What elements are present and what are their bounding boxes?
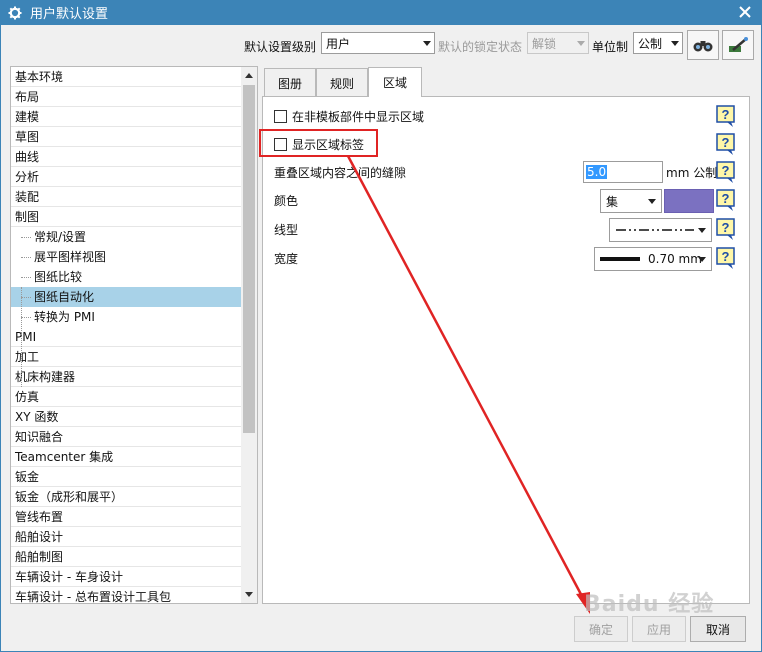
svg-text:?: ? xyxy=(722,191,730,206)
svg-text:?: ? xyxy=(722,220,730,235)
lock-dropdown[interactable]: 解锁 xyxy=(527,32,589,54)
tree-item[interactable]: 曲线 xyxy=(11,147,242,167)
level-dropdown[interactable]: 用户 xyxy=(321,32,435,54)
tree-item[interactable]: 转换为 PMI xyxy=(11,307,242,327)
dash-dot-line-icon xyxy=(616,229,694,231)
show-region-label: 在非模板部件中显示区域 xyxy=(292,110,425,124)
tree-scrollbar[interactable] xyxy=(241,67,257,603)
color-mode-value: 集 xyxy=(606,194,619,209)
help-icon[interactable]: ? xyxy=(716,189,736,211)
tab-rules[interactable]: 规则 xyxy=(316,68,368,97)
scroll-thumb[interactable] xyxy=(243,85,255,433)
width-value: 0.70 mm xyxy=(648,252,702,266)
apply-label: 应用 xyxy=(646,622,671,637)
show-region-checkbox[interactable] xyxy=(274,110,287,123)
tab-label: 图册 xyxy=(277,76,302,91)
tree-item[interactable]: 船舶制图 xyxy=(11,547,242,567)
tree-item[interactable]: 管线布置 xyxy=(11,507,242,527)
tab-region[interactable]: 区域 xyxy=(368,67,422,97)
title-bar: 用户默认设置 xyxy=(0,0,762,25)
tree-item[interactable]: 仿真 xyxy=(11,387,242,407)
linetype-dropdown[interactable] xyxy=(609,218,712,242)
scroll-up-icon[interactable] xyxy=(241,67,257,83)
level-label: 默认设置级别 xyxy=(244,40,317,54)
chevron-down-icon xyxy=(671,41,679,46)
linetype-label: 线型 xyxy=(274,223,299,237)
lock-value: 解锁 xyxy=(532,36,557,51)
tree-item[interactable]: 草图 xyxy=(11,127,242,147)
tab-label: 规则 xyxy=(329,76,354,91)
tree-item[interactable]: 机床构建器 xyxy=(11,367,242,387)
help-icon[interactable]: ? xyxy=(716,105,736,127)
chevron-down-icon xyxy=(648,199,656,204)
tree-item[interactable]: 常规/设置 xyxy=(11,227,242,247)
chevron-down-icon xyxy=(577,41,585,46)
help-icon[interactable]: ? xyxy=(716,161,736,183)
tree-item[interactable]: 加工 xyxy=(11,347,242,367)
lock-label: 默认的锁定状态 xyxy=(438,40,523,54)
chevron-down-icon xyxy=(698,257,706,262)
tree-item[interactable]: 制图 xyxy=(11,207,242,227)
tree-item[interactable]: Teamcenter 集成 xyxy=(11,447,242,467)
tree-item[interactable]: 建模 xyxy=(11,107,242,127)
tree-item[interactable]: 图纸比较 xyxy=(11,267,242,287)
width-label: 宽度 xyxy=(274,252,299,266)
svg-text:?: ? xyxy=(722,249,730,264)
color-mode-dropdown[interactable]: 集 xyxy=(600,189,662,213)
tree-item[interactable]: 图纸自动化 xyxy=(11,287,242,307)
unit-value: 公制 xyxy=(638,36,663,51)
tree-guide-line xyxy=(21,287,22,387)
category-tree[interactable]: 基本环境 布局 建模 草图 曲线 分析 装配 制图 常规/设置 展平图样视图 图纸比较 图纸自动化 转换… xyxy=(10,66,258,604)
tab-drawing-book[interactable]: 图册 xyxy=(264,68,316,97)
highlight-box xyxy=(259,129,378,157)
color-swatch[interactable] xyxy=(664,189,714,213)
manage-defaults-button[interactable] xyxy=(722,30,754,60)
tab-label: 区域 xyxy=(382,76,407,90)
find-defaults-button[interactable] xyxy=(687,30,719,60)
tree-item[interactable]: 车辆设计 - 车身设计 xyxy=(11,567,242,587)
ok-button[interactable]: 确定 xyxy=(574,616,628,642)
gear-icon xyxy=(8,6,22,20)
tree-item[interactable]: XY 函数 xyxy=(11,407,242,427)
gap-unit: mm 公制 xyxy=(666,166,718,180)
help-icon[interactable]: ? xyxy=(716,218,736,240)
close-icon[interactable] xyxy=(736,3,754,21)
cancel-label: 取消 xyxy=(705,622,730,637)
tree-item[interactable]: 船舶设计 xyxy=(11,527,242,547)
width-dropdown[interactable]: 0.70 mm xyxy=(594,247,712,271)
tree-item[interactable]: 钣金（成形和展平） xyxy=(11,487,242,507)
wand-icon xyxy=(729,37,748,52)
tree-item[interactable]: 车辆设计 - 总布置设计工具包 xyxy=(11,587,242,603)
level-value: 用户 xyxy=(326,36,351,51)
unit-label: 单位制 xyxy=(592,40,629,54)
tree-item[interactable]: 布局 xyxy=(11,87,242,107)
gap-label: 重叠区域内容之间的缝隙 xyxy=(274,166,407,180)
tree-item[interactable]: 装配 xyxy=(11,187,242,207)
scroll-down-icon[interactable] xyxy=(241,587,257,603)
gap-value: 5.0 xyxy=(586,165,608,179)
tree-item[interactable]: PMI xyxy=(11,327,242,347)
ok-label: 确定 xyxy=(588,622,613,637)
thick-line-icon xyxy=(600,257,640,261)
svg-text:?: ? xyxy=(722,107,730,122)
chevron-down-icon xyxy=(423,41,431,46)
tree-item[interactable]: 钣金 xyxy=(11,467,242,487)
cancel-button[interactable]: 取消 xyxy=(690,616,746,642)
tree-item[interactable]: 分析 xyxy=(11,167,242,187)
chevron-down-icon xyxy=(698,228,706,233)
svg-text:?: ? xyxy=(722,163,730,178)
binoculars-icon xyxy=(693,41,713,52)
unit-dropdown[interactable]: 公制 xyxy=(633,32,683,54)
help-icon[interactable]: ? xyxy=(716,133,736,155)
apply-button[interactable]: 应用 xyxy=(632,616,686,642)
help-icon[interactable]: ? xyxy=(716,247,736,269)
watermark: Baidu 经验 xyxy=(584,592,715,617)
svg-text:?: ? xyxy=(722,135,730,150)
color-label: 颜色 xyxy=(274,194,299,208)
tree-item[interactable]: 展平图样视图 xyxy=(11,247,242,267)
tree-item[interactable]: 知识融合 xyxy=(11,427,242,447)
gap-input[interactable]: 5.0 xyxy=(583,161,663,183)
tree-item[interactable]: 基本环境 xyxy=(11,67,242,87)
window-title: 用户默认设置 xyxy=(30,7,109,22)
